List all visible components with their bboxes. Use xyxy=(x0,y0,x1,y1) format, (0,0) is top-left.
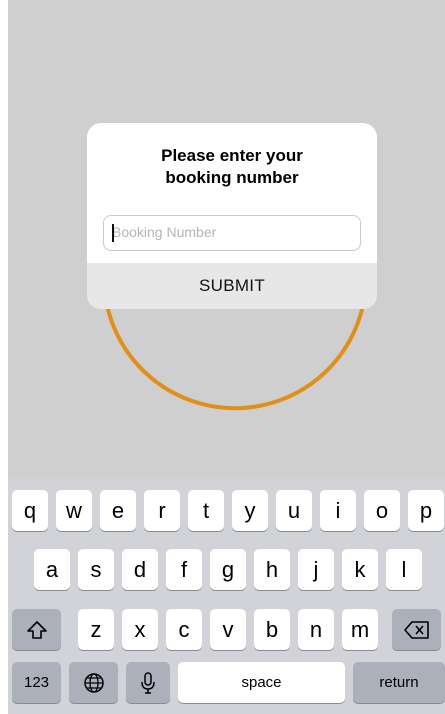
key-m[interactable]: m xyxy=(342,609,378,650)
booking-dialog: Please enter your booking number SUBMIT xyxy=(87,123,377,309)
key-d[interactable]: d xyxy=(122,549,158,590)
key-l[interactable]: l xyxy=(386,549,422,590)
key-r[interactable]: r xyxy=(144,490,180,531)
key-i[interactable]: i xyxy=(320,490,356,531)
app-screen: Please enter your booking number SUBMIT … xyxy=(8,0,445,714)
key-j[interactable]: j xyxy=(298,549,334,590)
dialog-title-line-2: booking number xyxy=(165,168,299,187)
globe-key[interactable] xyxy=(69,662,118,703)
key-e[interactable]: e xyxy=(100,490,136,531)
key-x[interactable]: x xyxy=(122,609,158,650)
shift-key[interactable] xyxy=(12,609,61,650)
microphone-key[interactable] xyxy=(126,662,170,703)
key-t[interactable]: t xyxy=(188,490,224,531)
key-o[interactable]: o xyxy=(364,490,400,531)
key-f[interactable]: f xyxy=(166,549,202,590)
key-s[interactable]: s xyxy=(78,549,114,590)
key-w[interactable]: w xyxy=(56,490,92,531)
key-k[interactable]: k xyxy=(342,549,378,590)
key-h[interactable]: h xyxy=(254,549,290,590)
key-q[interactable]: q xyxy=(12,490,48,531)
key-a[interactable]: a xyxy=(34,549,70,590)
booking-number-input[interactable] xyxy=(104,216,352,248)
dialog-footer: SUBMIT xyxy=(87,263,377,309)
globe-icon xyxy=(83,672,104,693)
space-key[interactable]: space xyxy=(178,662,345,703)
microphone-icon xyxy=(141,671,155,694)
key-v[interactable]: v xyxy=(210,609,246,650)
key-z[interactable]: z xyxy=(78,609,114,650)
key-g[interactable]: g xyxy=(210,549,246,590)
dialog-title-line-1: Please enter your xyxy=(161,146,303,165)
key-c[interactable]: c xyxy=(166,609,202,650)
progress-ring-arc xyxy=(104,298,366,411)
key-b[interactable]: b xyxy=(254,609,290,650)
key-n[interactable]: n xyxy=(298,609,334,650)
backspace-icon xyxy=(403,620,429,639)
key-u[interactable]: u xyxy=(276,490,312,531)
on-screen-keyboard: qwertyuiop asdfghjkl zxcvbnm 123 space r… xyxy=(8,479,445,714)
dialog-title: Please enter your booking number xyxy=(87,145,377,189)
shift-icon xyxy=(26,620,47,639)
key-y[interactable]: y xyxy=(232,490,268,531)
text-cursor xyxy=(112,224,114,242)
key-p[interactable]: p xyxy=(408,490,444,531)
submit-button[interactable]: SUBMIT xyxy=(87,263,377,309)
booking-number-field[interactable] xyxy=(103,215,361,251)
backspace-key[interactable] xyxy=(392,609,441,650)
return-key[interactable]: return xyxy=(353,662,445,703)
numbers-key[interactable]: 123 xyxy=(12,662,61,703)
